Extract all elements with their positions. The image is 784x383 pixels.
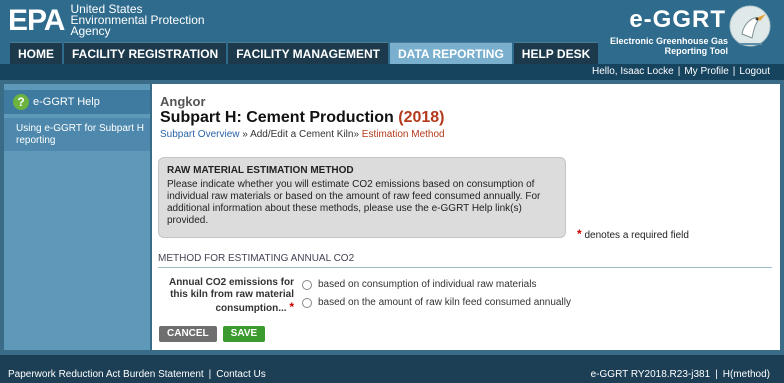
page-title: Subpart H: Cement Production (2018) — [160, 109, 445, 126]
epa-logo[interactable]: EPA United States Environmental Protecti… — [8, 2, 205, 38]
required-star: * — [289, 300, 294, 314]
method-code: H(method) — [722, 369, 770, 380]
breadcrumb-current: Estimation Method — [361, 129, 445, 140]
option-individual-raw-materials[interactable]: based on consumption of individual raw m… — [302, 279, 536, 290]
site-header: EPA United States Environmental Protecti… — [0, 0, 784, 64]
contact-link[interactable]: Contact Us — [216, 369, 265, 380]
tab-facility-management[interactable]: FACILITY MANAGEMENT — [228, 42, 389, 64]
section-heading: METHOD FOR ESTIMATING ANNUAL CO2 — [158, 253, 772, 268]
reporting-year: (2018) — [398, 109, 445, 126]
logout-link[interactable]: Logout — [739, 66, 770, 77]
site-footer: Paperwork Reduction Act Burden Statement… — [0, 355, 784, 383]
required-star: * — [577, 227, 582, 241]
option-raw-kiln-feed[interactable]: based on the amount of raw kiln feed con… — [302, 297, 571, 308]
help-header[interactable]: ? e-GGRT Help — [4, 90, 150, 114]
radio-button[interactable] — [302, 279, 312, 290]
bird-logo-icon — [729, 5, 771, 47]
tab-home[interactable]: HOME — [10, 42, 62, 64]
egggrt-brand: e-GGRT Electronic Greenhouse Gas Reporti… — [576, 2, 776, 62]
method-field-label: Annual CO2 emissions for this kiln from … — [168, 277, 294, 314]
save-button[interactable]: SAVE — [222, 326, 266, 342]
help-icon: ? — [13, 94, 29, 110]
tab-facility-registration[interactable]: FACILITY REGISTRATION — [64, 42, 227, 64]
breadcrumb-subpart-overview[interactable]: Subpart Overview — [160, 129, 239, 140]
brand-subtitle: Electronic Greenhouse Gas Reporting Tool — [609, 36, 728, 56]
paperwork-link[interactable]: Paperwork Reduction Act Burden Statement — [8, 369, 204, 380]
sidebar-help-link[interactable]: Using e-GGRT for Subpart H reporting — [4, 118, 150, 151]
epa-wordmark: EPA — [8, 3, 65, 37]
brand-title: e-GGRT — [629, 6, 726, 33]
info-box: RAW MATERIAL ESTIMATION METHOD Please in… — [158, 157, 566, 238]
breadcrumb-add-edit-kiln[interactable]: Add/Edit a Cement Kiln — [250, 129, 353, 140]
main-content: Angkor Subpart H: Cement Production (201… — [152, 84, 780, 350]
version-text: e-GGRT RY2018.R23-j381 — [590, 369, 711, 380]
user-bar: Hello, Isaac Locke | My Profile | Logout — [0, 64, 784, 80]
help-label: e-GGRT Help — [33, 96, 100, 108]
cancel-button[interactable]: CANCEL — [159, 326, 217, 342]
agency-name: United States Environmental Protection A… — [70, 2, 205, 38]
info-box-body: Please indicate whether you will estimat… — [167, 179, 541, 226]
main-nav-tabs: HOME FACILITY REGISTRATION FACILITY MANA… — [10, 42, 599, 64]
tab-help-desk[interactable]: HELP DESK — [513, 42, 599, 64]
my-profile-link[interactable]: My Profile — [684, 66, 728, 77]
breadcrumb: Subpart Overview » Add/Edit a Cement Kil… — [160, 129, 445, 140]
form-buttons: CANCEL SAVE — [159, 326, 266, 342]
required-note: * denotes a required field — [577, 227, 689, 241]
user-greeting: Hello, Isaac Locke — [592, 66, 674, 77]
info-box-title: RAW MATERIAL ESTIMATION METHOD — [167, 165, 354, 176]
tab-data-reporting[interactable]: DATA REPORTING — [390, 42, 512, 64]
facility-name: Angkor — [160, 94, 206, 109]
radio-button[interactable] — [302, 297, 312, 308]
